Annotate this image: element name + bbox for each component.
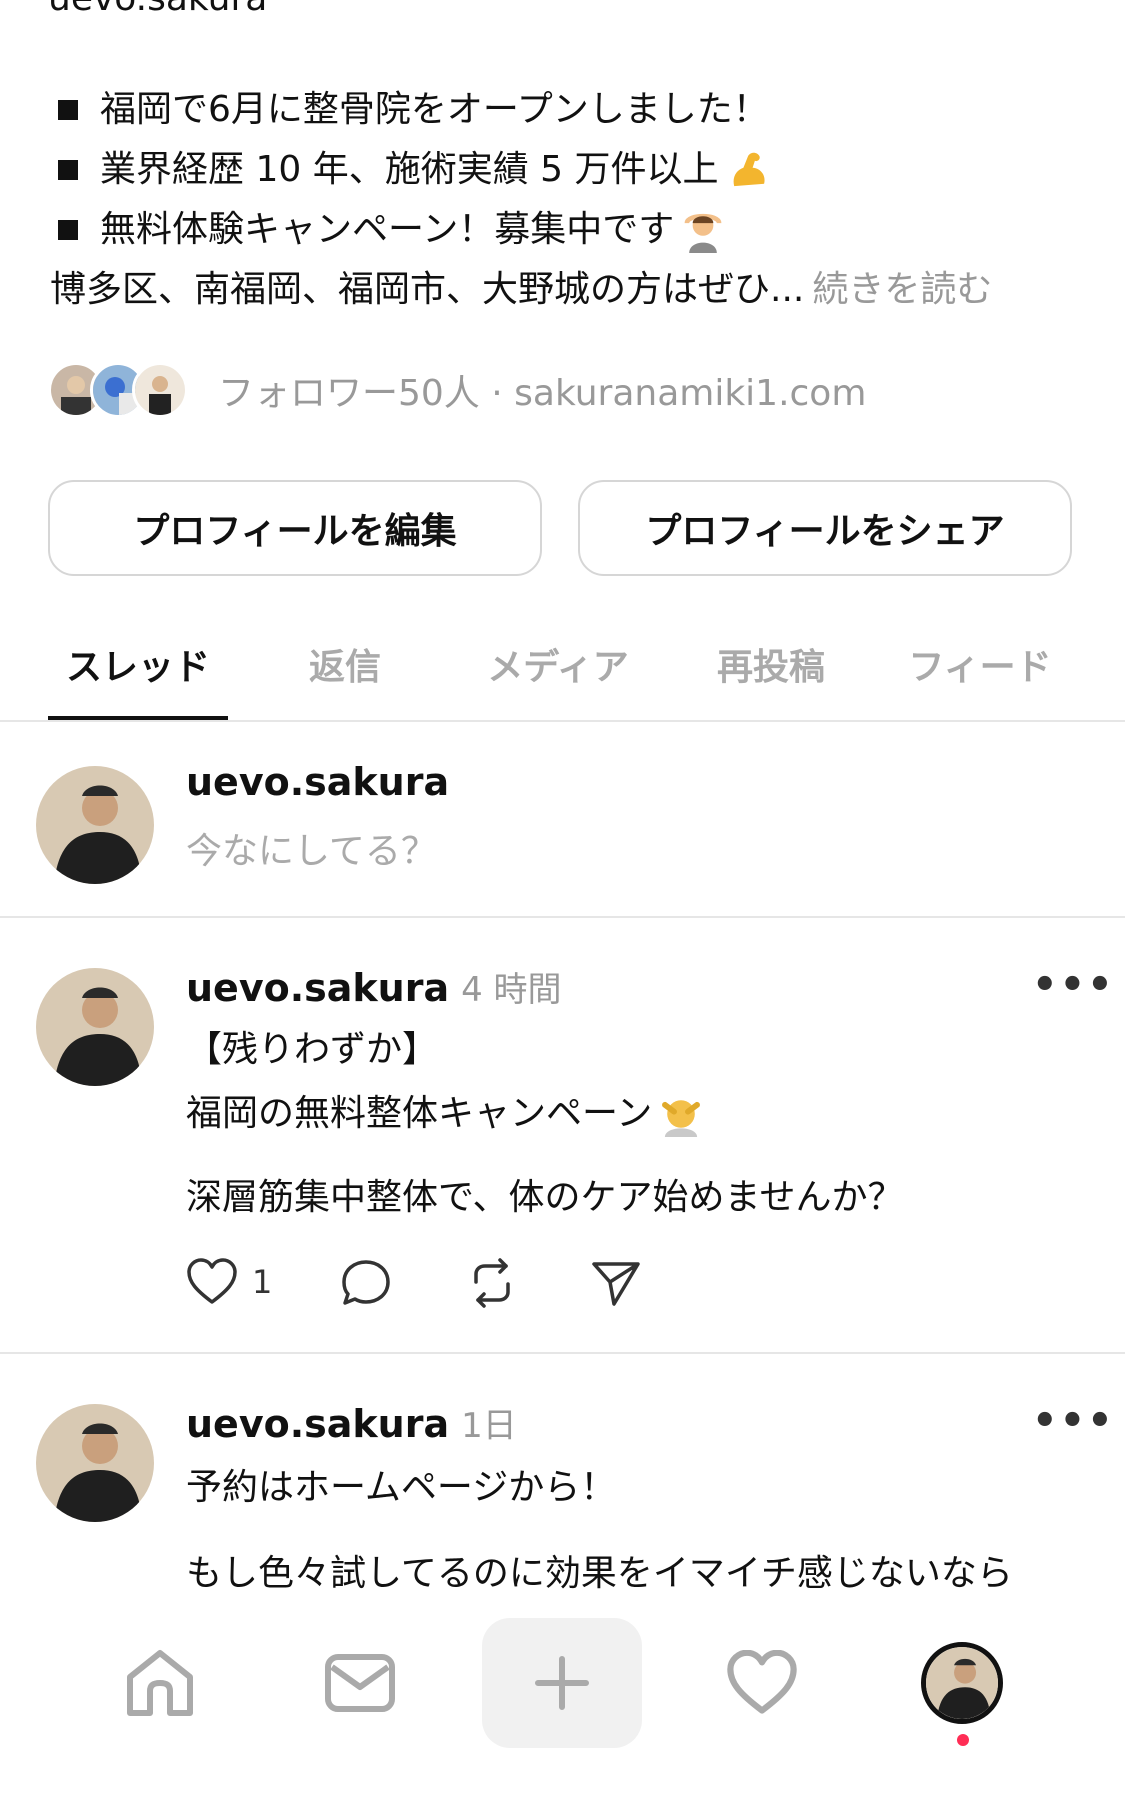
post-line: もし色々試してるのに効果をイマイチ感じないなら — [186, 1553, 1013, 1594]
followers-row[interactable]: フォロワー50人 · sakuranamiki1.com — [48, 362, 866, 418]
like-action[interactable]: 1 — [186, 1258, 272, 1306]
post-line: 予約はホームページから！ — [186, 1467, 617, 1508]
more-horizontal-icon[interactable]: ••• — [1032, 1398, 1115, 1444]
bio-line-text: 博多区、南福岡、福岡市、大野城の方はぜひ... — [50, 269, 805, 310]
post-time: 4 時間 — [461, 970, 562, 1010]
nav-inbox[interactable] — [280, 1618, 440, 1748]
nav-activity[interactable] — [682, 1618, 842, 1748]
read-more-link[interactable]: 続きを読む — [812, 260, 992, 320]
nav-home[interactable] — [80, 1618, 240, 1748]
nav-profile[interactable] — [882, 1618, 1042, 1748]
home-icon[interactable] — [122, 1647, 198, 1719]
post-line: 【残りわずか】 — [186, 1029, 439, 1070]
composer-username: uevo.sakura — [186, 760, 450, 804]
bullet-icon — [58, 220, 78, 240]
post-username[interactable]: uevo.sakura — [186, 966, 449, 1010]
tab-feed[interactable]: フィード — [900, 638, 1060, 690]
bottom-nav — [0, 1600, 1125, 1796]
follower-avatar — [132, 362, 188, 418]
bio-line: 博多区、南福岡、福岡市、大野城の方はぜひ... 続きを読む — [50, 260, 1090, 320]
composer-avatar — [36, 766, 154, 884]
post-username[interactable]: uevo.sakura — [186, 1402, 449, 1446]
profile-tabs: スレッド 返信 メディア 再投稿 フィード — [0, 620, 1125, 722]
tab-threads[interactable]: スレッド — [48, 638, 228, 690]
tab-replies[interactable]: 返信 — [290, 638, 400, 690]
person-gesturing-ok-icon — [684, 213, 722, 253]
bio-line: 無料体験キャンペーン！募集中です — [50, 200, 1090, 260]
share-profile-button[interactable]: プロフィールをシェア — [578, 480, 1072, 576]
bullet-icon — [58, 100, 78, 120]
notification-dot — [957, 1734, 969, 1746]
bio-line: 福岡で6月に整骨院をオープンしました！ — [50, 80, 1090, 140]
heart-icon[interactable] — [186, 1258, 238, 1306]
post-time: 1日 — [461, 1406, 517, 1446]
followers-text: フォロワー50人 · sakuranamiki1.com — [218, 373, 867, 414]
tab-reposts[interactable]: 再投稿 — [706, 638, 836, 690]
post-line: 深層筋集中整体で、体のケア始めませんか？ — [186, 1177, 904, 1218]
divider — [0, 1352, 1125, 1354]
divider — [0, 916, 1125, 918]
profile-username: uevo.sakura — [48, 0, 267, 19]
post-header: uevo.sakura 4 時間 — [186, 962, 562, 1011]
post-avatar[interactable] — [36, 968, 154, 1086]
comment-icon[interactable] — [340, 1258, 392, 1308]
flexed-biceps-icon — [733, 152, 765, 187]
edit-profile-button[interactable]: プロフィールを編集 — [48, 480, 542, 576]
send-icon[interactable] — [590, 1258, 642, 1308]
bio-line-text: 業界経歴 10 年、施術実績 5 万件以上 — [100, 149, 719, 190]
bio-line: 業界経歴 10 年、施術実績 5 万件以上 — [50, 140, 1090, 200]
profile-bio: 福岡で6月に整骨院をオープンしました！ 業界経歴 10 年、施術実績 5 万件以… — [50, 80, 1090, 320]
repost-icon[interactable] — [466, 1258, 518, 1308]
inbox-icon[interactable] — [324, 1653, 396, 1713]
heart-icon[interactable] — [726, 1650, 798, 1716]
post-avatar[interactable] — [36, 1404, 154, 1522]
more-horizontal-icon[interactable]: ••• — [1032, 962, 1115, 1008]
nav-create[interactable] — [482, 1618, 642, 1748]
post-header: uevo.sakura 1日 — [186, 1398, 517, 1447]
tab-media[interactable]: メディア — [478, 638, 638, 690]
like-count: 1 — [252, 1263, 273, 1301]
bullet-icon — [58, 160, 78, 180]
bio-line-text: 福岡で6月に整骨院をオープンしました！ — [100, 89, 769, 130]
person-getting-massage-icon — [662, 1100, 701, 1137]
active-tab-indicator — [48, 716, 228, 720]
post-line-with-emoji: 福岡の無料整体キャンペーン — [186, 1082, 704, 1146]
profile-avatar[interactable] — [921, 1642, 1003, 1724]
bio-line-text: 無料体験キャンペーン！募集中です — [100, 209, 675, 250]
plus-icon[interactable] — [534, 1655, 590, 1711]
composer-input[interactable]: 今なにしてる？ — [186, 822, 437, 874]
post-line: 福岡の無料整体キャンペーン — [186, 1093, 653, 1134]
